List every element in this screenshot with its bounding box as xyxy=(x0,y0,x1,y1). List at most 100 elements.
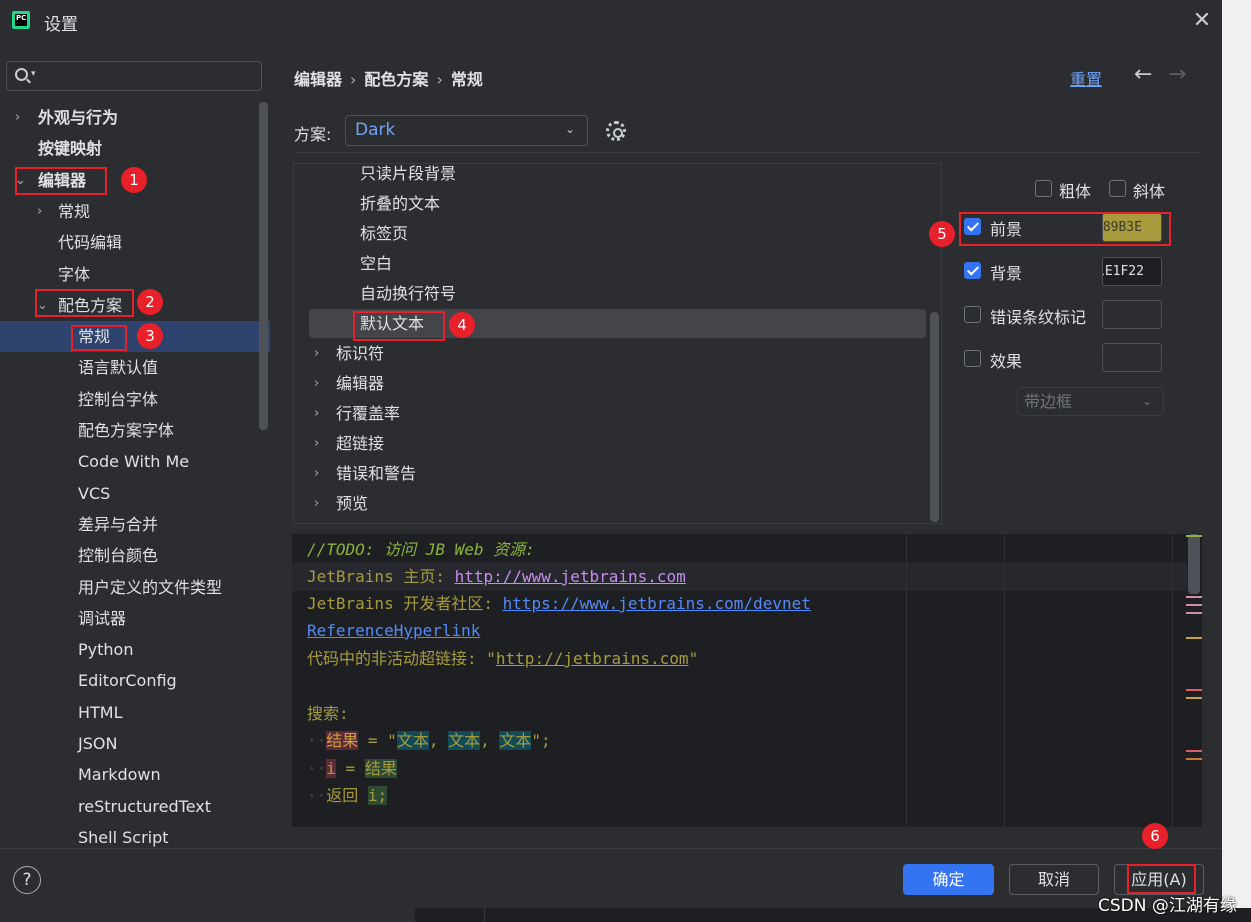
effect-type-value: 带边框 xyxy=(1024,392,1073,411)
attribute-tree-scrollbar[interactable] xyxy=(930,312,939,522)
attribute-item[interactable]: 行覆盖率 xyxy=(336,399,400,429)
stripe-marker[interactable] xyxy=(1186,596,1202,598)
right-margin-guide xyxy=(1172,534,1173,827)
bold-checkbox[interactable] xyxy=(1035,180,1052,197)
annotation-badge-5: 5 xyxy=(929,221,955,247)
background-label: 背景 xyxy=(990,264,1023,283)
window-title: 设置 xyxy=(44,15,78,35)
sidebar-item[interactable]: 调试器 xyxy=(78,603,126,634)
stripe-marker[interactable] xyxy=(1186,637,1202,639)
sidebar-item[interactable]: 代码编辑 xyxy=(58,227,122,258)
stripe-marker[interactable] xyxy=(1186,535,1202,537)
attribute-item[interactable]: 错误和警告 xyxy=(336,459,416,489)
attribute-item[interactable]: 标识符 xyxy=(336,339,384,369)
inactive-link-text: 代码中的非活动超链接: " xyxy=(307,649,496,668)
sidebar-item[interactable]: Code With Me xyxy=(78,446,189,477)
attribute-item[interactable]: 折叠的文本 xyxy=(360,189,440,219)
search-end: "; xyxy=(531,731,551,750)
effects-checkbox[interactable] xyxy=(964,350,981,367)
breadcrumb-editor[interactable]: 编辑器 xyxy=(294,70,342,89)
attribute-item[interactable]: 超链接 xyxy=(336,429,384,459)
background-color-field[interactable]: 1E1F22 xyxy=(1102,257,1162,286)
scheme-label: 方案: xyxy=(294,125,332,144)
stripe-marker[interactable] xyxy=(1186,689,1202,691)
sidebar-item[interactable]: 外观与行为 xyxy=(38,102,118,133)
sidebar-item[interactable]: 差异与合并 xyxy=(78,509,158,540)
attribute-item[interactable]: 自动换行符号 xyxy=(360,279,456,309)
sidebar-item[interactable]: 配色方案字体 xyxy=(78,415,174,446)
footer-strip xyxy=(0,908,1251,922)
effect-type-dropdown[interactable]: 带边框 ⌄ xyxy=(1017,387,1164,416)
chevron-right-icon[interactable]: › xyxy=(15,110,20,125)
breadcrumb-separator: › xyxy=(436,70,443,89)
annotation-box-4 xyxy=(353,311,445,341)
sidebar-item[interactable]: 字体 xyxy=(58,259,90,290)
breadcrumb-separator: › xyxy=(350,70,357,89)
chevron-right-icon[interactable]: › xyxy=(314,466,319,481)
ok-button[interactable]: 确定 xyxy=(903,864,994,895)
breadcrumb-color-scheme[interactable]: 配色方案 xyxy=(364,70,428,89)
scheme-dropdown[interactable]: Dark ⌄ xyxy=(345,115,588,146)
stripe-marker[interactable] xyxy=(1186,758,1202,760)
annotation-badge-2: 2 xyxy=(137,289,163,315)
code-preview[interactable]: //TODO: 访问 JB Web 资源: JetBrains 主页: http… xyxy=(292,534,1202,827)
back-arrow-icon[interactable]: ← xyxy=(1134,62,1152,87)
reset-link[interactable]: 重置 xyxy=(1070,66,1102,90)
error-stripe-label: 错误条纹标记 xyxy=(990,308,1087,327)
sidebar-item[interactable]: 按键映射 xyxy=(38,133,102,164)
error-stripe-checkbox[interactable] xyxy=(964,306,981,323)
sidebar-item[interactable]: JSON xyxy=(78,728,117,759)
sidebar-item[interactable]: 控制台颜色 xyxy=(78,540,158,571)
chevron-right-icon[interactable]: › xyxy=(314,436,319,451)
devnet-link[interactable]: https://www.jetbrains.com/devnet xyxy=(503,594,811,613)
chevron-right-icon[interactable]: › xyxy=(37,204,42,219)
italic-checkbox[interactable] xyxy=(1109,180,1126,197)
pycharm-logo-icon: PC xyxy=(12,11,30,29)
attribute-tree: 只读片段背景 折叠的文本 标签页 空白 自动换行符号 默认文本 › 标识符 › 编辑器 › 行覆盖率 ›… xyxy=(293,163,942,524)
annotation-box-2 xyxy=(35,289,134,317)
sidebar-item[interactable]: EditorConfig xyxy=(78,665,177,696)
chevron-right-icon[interactable]: › xyxy=(314,496,319,511)
help-icon[interactable]: ? xyxy=(13,866,41,894)
stripe-marker[interactable] xyxy=(1186,604,1202,606)
search-text-2: 文本 xyxy=(448,731,481,750)
sidebar-scrollbar[interactable] xyxy=(259,102,268,430)
chevron-right-icon[interactable]: › xyxy=(314,346,319,361)
sidebar-item[interactable]: 控制台字体 xyxy=(78,384,158,415)
homepage-link[interactable]: http://www.jetbrains.com xyxy=(455,567,686,586)
sidebar-item[interactable]: 用户定义的文件类型 xyxy=(78,572,222,603)
effects-color-field[interactable] xyxy=(1102,343,1162,372)
devnet-text: JetBrains 开发者社区: xyxy=(307,594,503,613)
forward-arrow-icon[interactable]: → xyxy=(1168,62,1186,87)
reference-hyperlink[interactable]: ReferenceHyperlink xyxy=(307,617,480,644)
search-result-var: 结果 xyxy=(326,731,359,750)
settings-search-input[interactable]: ▾ xyxy=(6,61,262,91)
preview-scrollbar[interactable] xyxy=(1188,534,1200,594)
background-strip xyxy=(1222,0,1251,922)
attribute-item[interactable]: 标签页 xyxy=(360,219,408,249)
sidebar-item[interactable]: VCS xyxy=(78,478,110,509)
background-checkbox[interactable] xyxy=(964,262,981,279)
attribute-item[interactable]: 预览 xyxy=(336,489,368,519)
attribute-item[interactable]: 空白 xyxy=(360,249,392,279)
bold-label: 粗体 xyxy=(1059,182,1092,201)
stripe-marker[interactable] xyxy=(1186,612,1202,614)
chevron-right-icon[interactable]: › xyxy=(314,376,319,391)
sidebar-item[interactable]: Markdown xyxy=(78,759,161,790)
cancel-button[interactable]: 取消 xyxy=(1009,864,1099,895)
sidebar-item[interactable]: 常规 xyxy=(58,196,90,227)
stripe-marker[interactable] xyxy=(1186,750,1202,752)
gear-icon[interactable] xyxy=(606,121,626,141)
sidebar-item[interactable]: reStructuredText xyxy=(78,791,211,822)
sidebar-item[interactable]: 语言默认值 xyxy=(78,352,158,383)
sidebar-item[interactable]: Python xyxy=(78,634,133,665)
attribute-item[interactable]: 编辑器 xyxy=(336,369,384,399)
error-stripe-color-field[interactable] xyxy=(1102,300,1162,329)
close-icon[interactable]: ✕ xyxy=(1190,10,1214,34)
chevron-right-icon[interactable]: › xyxy=(314,406,319,421)
attribute-item[interactable]: 只读片段背景 xyxy=(360,159,456,189)
breadcrumb-general: 常规 xyxy=(450,70,483,89)
sidebar-item[interactable]: HTML xyxy=(78,697,123,728)
stripe-marker[interactable] xyxy=(1186,697,1202,699)
inactive-link-suffix: " xyxy=(688,649,699,668)
